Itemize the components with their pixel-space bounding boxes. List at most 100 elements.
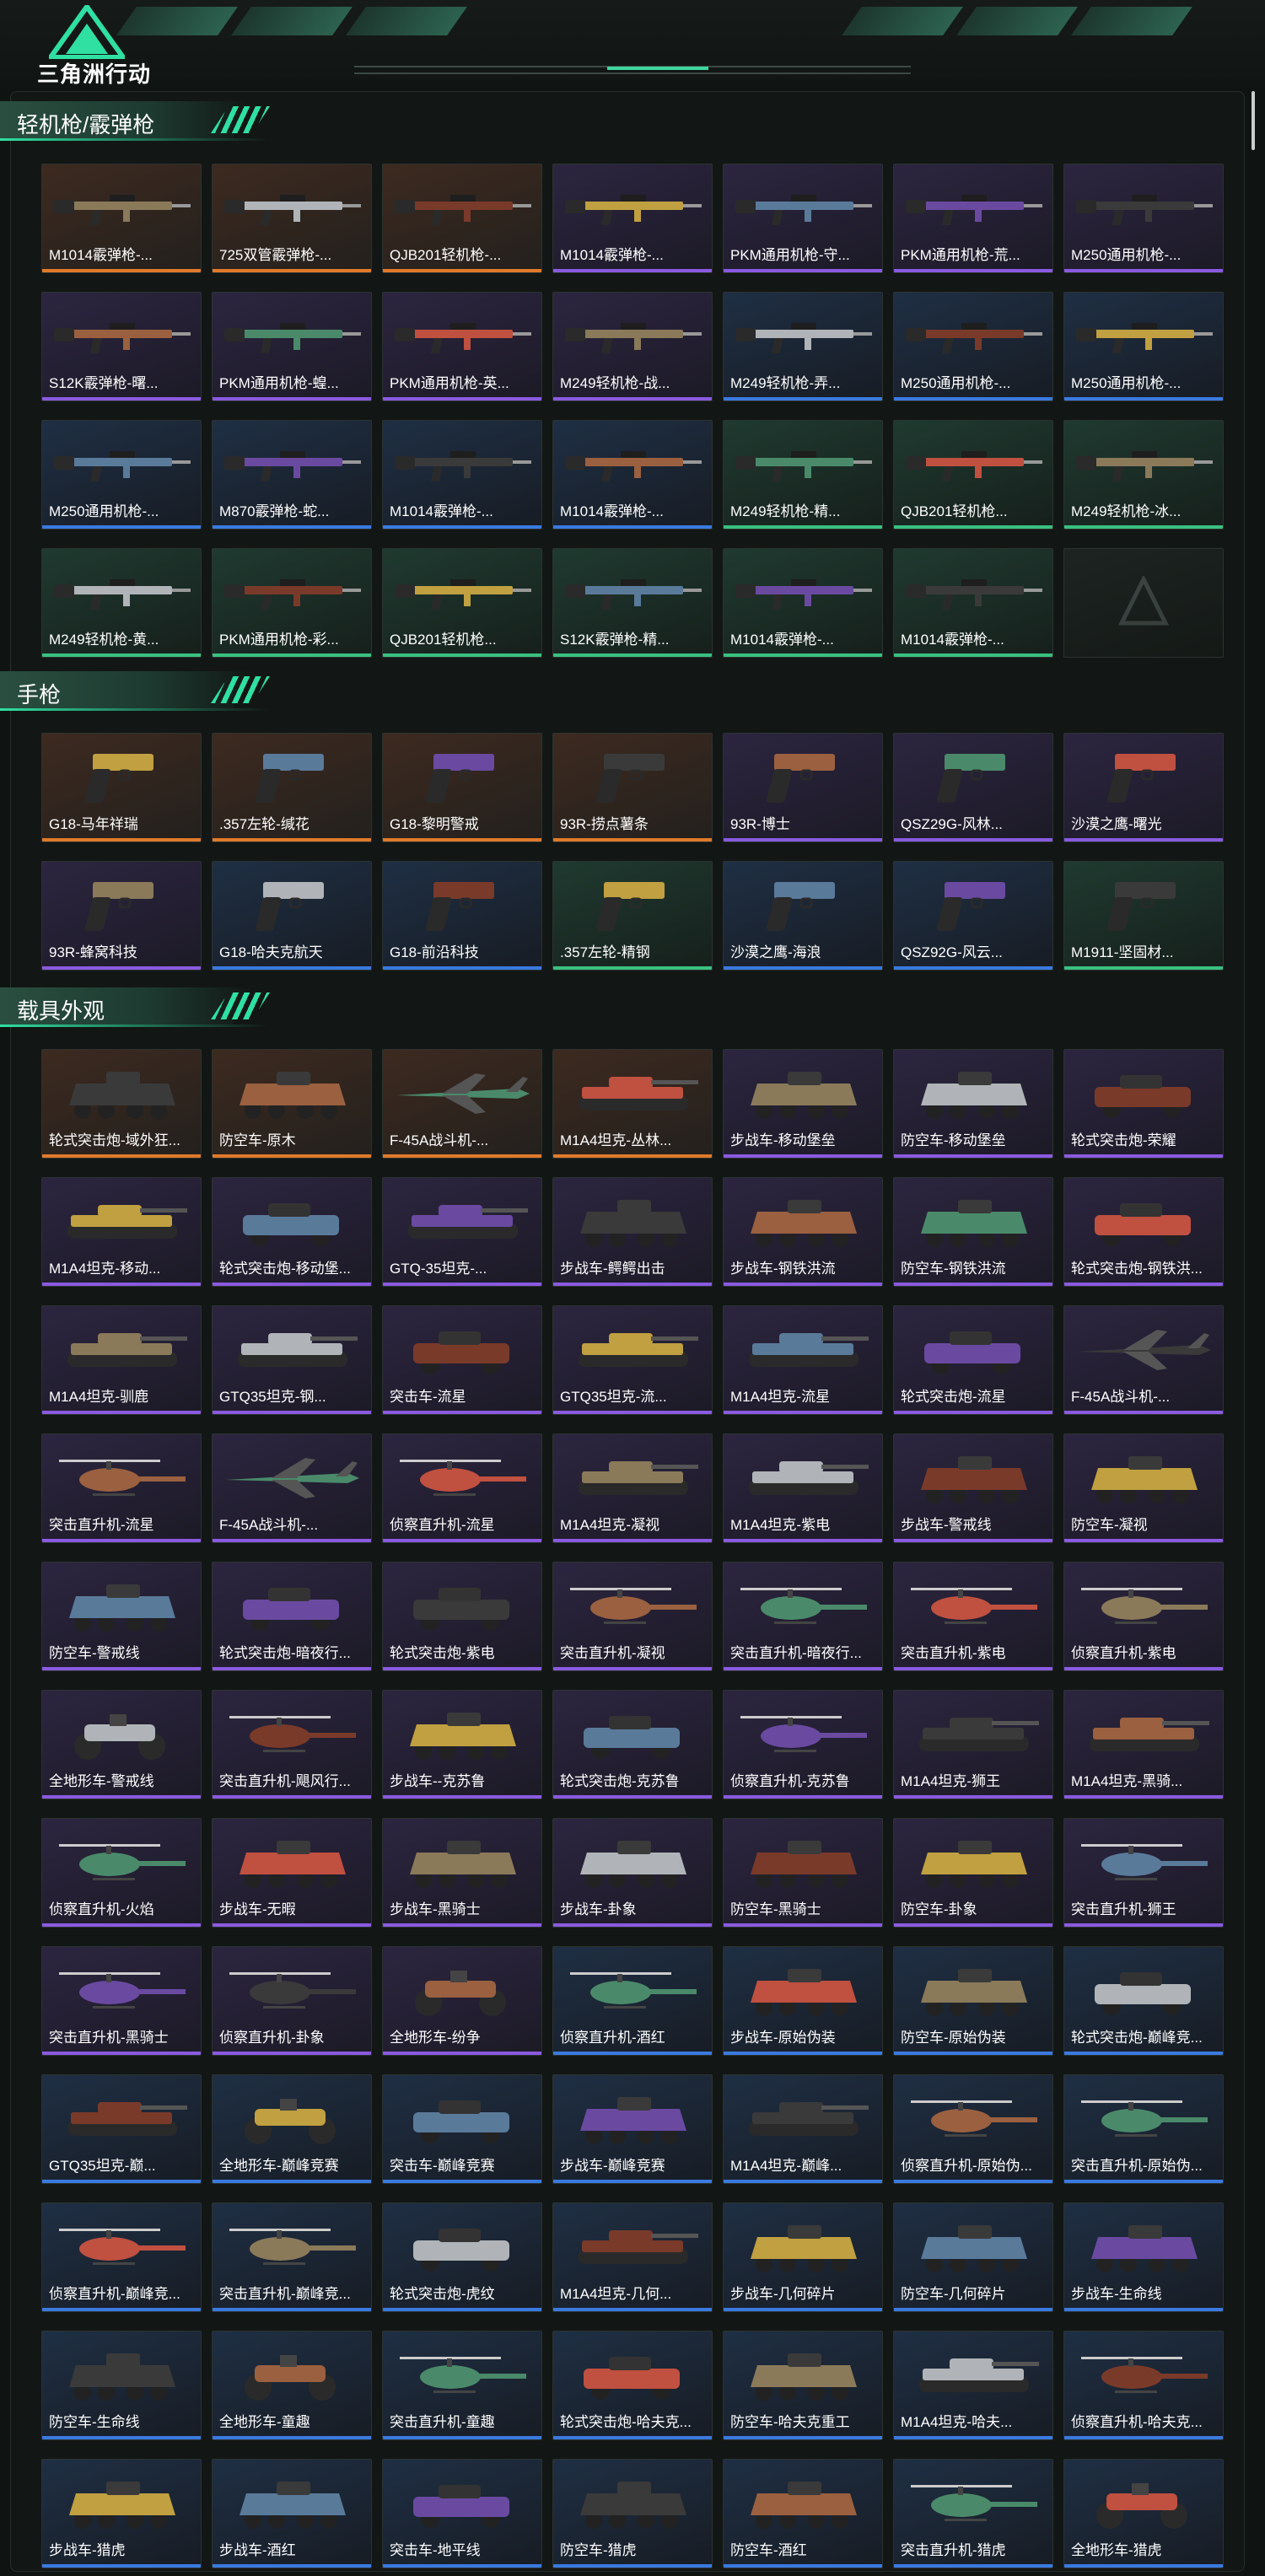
skin-card[interactable]: 轮式突击炮-域外狂... (41, 1049, 202, 1159)
skin-card[interactable]: 侦察直升机-火焰 (41, 1818, 202, 1928)
skin-card[interactable]: GTQ35坦克-流... (552, 1305, 713, 1415)
skin-card[interactable]: .357左轮-缄花 (212, 733, 372, 842)
skin-card[interactable]: F-45A战斗机-... (1063, 1305, 1224, 1415)
skin-card[interactable]: 突击车-流星 (382, 1305, 542, 1415)
skin-card[interactable]: M249轻机枪-黄... (41, 548, 202, 658)
skin-card[interactable]: 防空车-警戒线 (41, 1562, 202, 1671)
skin-card[interactable]: M1A4坦克-移动... (41, 1177, 202, 1287)
skin-card[interactable]: M1014霰弹枪-... (382, 420, 542, 530)
skin-card[interactable]: F-45A战斗机-... (382, 1049, 542, 1159)
skin-card[interactable]: QSZ92G-风云... (893, 861, 1053, 971)
skin-card[interactable]: 步战车-移动堡垒 (723, 1049, 883, 1159)
skin-card[interactable]: 防空车-原始伪装 (893, 1946, 1053, 2056)
skin-card[interactable]: M1911-坚固材... (1063, 861, 1224, 971)
skin-card[interactable]: GTQ35坦克-钢... (212, 1305, 372, 1415)
skin-card[interactable]: PKM通用机枪-守... (723, 164, 883, 273)
skin-card[interactable]: 93R-捞点薯条 (552, 733, 713, 842)
skin-card[interactable]: M1A4坦克-凝视 (552, 1433, 713, 1543)
skin-card[interactable]: M249轻机枪-战... (552, 292, 713, 401)
skin-card[interactable]: 轮式突击炮-钢铁洪... (1063, 1177, 1224, 1287)
skin-card[interactable]: M1014霰弹枪-... (552, 164, 713, 273)
skin-card[interactable]: 轮式突击炮-荣耀 (1063, 1049, 1224, 1159)
skin-card[interactable]: 轮式突击炮-移动堡... (212, 1177, 372, 1287)
scrollbar[interactable] (1250, 91, 1257, 2570)
skin-card[interactable]: M250通用机枪-... (893, 292, 1053, 401)
skin-card[interactable]: M1014霰弹枪-... (723, 548, 883, 658)
skin-card[interactable]: M1A4坦克-狮王 (893, 1690, 1053, 1799)
skin-card[interactable]: 防空车-钢铁洪流 (893, 1177, 1053, 1287)
skin-card[interactable]: 93R-博士 (723, 733, 883, 842)
skin-card[interactable]: 突击直升机-凝视 (552, 1562, 713, 1671)
skin-card[interactable]: 轮式突击炮-虎纹 (382, 2202, 542, 2312)
skin-card[interactable]: 防空车-猎虎 (552, 2459, 713, 2568)
skin-card[interactable]: 侦察直升机-哈夫克... (1063, 2331, 1224, 2440)
skin-card[interactable]: 防空车-几何碎片 (893, 2202, 1053, 2312)
skin-card[interactable]: M1A4坦克-流星 (723, 1305, 883, 1415)
skin-card[interactable]: M1A4坦克-丛林... (552, 1049, 713, 1159)
skin-card[interactable]: M249轻机枪-精... (723, 420, 883, 530)
skin-card[interactable]: 侦察直升机-紫电 (1063, 1562, 1224, 1671)
skin-card[interactable]: 轮式突击炮-紫电 (382, 1562, 542, 1671)
skin-card[interactable]: 步战车-酒红 (212, 2459, 372, 2568)
skin-card[interactable]: 侦察直升机-巅峰竞... (41, 2202, 202, 2312)
skin-card[interactable]: 步战车-卦象 (552, 1818, 713, 1928)
skin-card[interactable]: 步战车-几何碎片 (723, 2202, 883, 2312)
skin-card[interactable]: 防空车-黑骑士 (723, 1818, 883, 1928)
skin-card[interactable]: 步战车-生命线 (1063, 2202, 1224, 2312)
skin-card[interactable]: QJB201轻机枪... (382, 548, 542, 658)
skin-card[interactable]: 侦察直升机-克苏鲁 (723, 1690, 883, 1799)
skin-card[interactable]: M870霰弹枪-蛇... (212, 420, 372, 530)
skin-card[interactable]: PKM通用机枪-荒... (893, 164, 1053, 273)
skin-card[interactable]: 全地形车-童趣 (212, 2331, 372, 2440)
skin-card[interactable]: 沙漠之鹰-曙光 (1063, 733, 1224, 842)
skin-card[interactable]: 步战车-警戒线 (893, 1433, 1053, 1543)
skin-card[interactable]: G18-哈夫克航天 (212, 861, 372, 971)
skin-card[interactable]: 突击直升机-狮王 (1063, 1818, 1224, 1928)
skin-card[interactable]: QSZ29G-风林... (893, 733, 1053, 842)
skin-card[interactable]: 步战车-黑骑士 (382, 1818, 542, 1928)
skin-card[interactable]: 突击直升机-暗夜行... (723, 1562, 883, 1671)
skin-card[interactable]: .357左轮-精钢 (552, 861, 713, 971)
skin-card[interactable]: M1A4坦克-几何... (552, 2202, 713, 2312)
skin-card[interactable]: 步战车-猎虎 (41, 2459, 202, 2568)
skin-card[interactable]: 防空车-移动堡垒 (893, 1049, 1053, 1159)
skin-card[interactable]: M1A4坦克-巅峰... (723, 2074, 883, 2184)
skin-card[interactable]: 防空车-凝视 (1063, 1433, 1224, 1543)
skin-card[interactable]: M1014霰弹枪-... (552, 420, 713, 530)
skin-card[interactable]: 轮式突击炮-暗夜行... (212, 1562, 372, 1671)
skin-card[interactable]: 突击直升机-黑骑士 (41, 1946, 202, 2056)
skin-card[interactable]: PKM通用机枪-彩... (212, 548, 372, 658)
skin-card[interactable]: 轮式突击炮-巅峰竞... (1063, 1946, 1224, 2056)
skin-card[interactable]: M1A4坦克-哈夫... (893, 2331, 1053, 2440)
skin-card[interactable]: 轮式突击炮-流星 (893, 1305, 1053, 1415)
skin-card[interactable]: 全地形车-警戒线 (41, 1690, 202, 1799)
skin-card[interactable]: G18-黎明警戒 (382, 733, 542, 842)
skin-card[interactable]: 93R-蜂窝科技 (41, 861, 202, 971)
skin-card[interactable]: M250通用机枪-... (1063, 292, 1224, 401)
skin-card[interactable]: 防空车-酒红 (723, 2459, 883, 2568)
skin-card[interactable]: 突击直升机-原始伪... (1063, 2074, 1224, 2184)
skin-card[interactable]: 防空车-哈夫克重工 (723, 2331, 883, 2440)
skin-card[interactable]: 突击直升机-猎虎 (893, 2459, 1053, 2568)
skin-card[interactable]: 步战车-钢铁洪流 (723, 1177, 883, 1287)
skin-card[interactable]: 侦察直升机-原始伪... (893, 2074, 1053, 2184)
skin-card[interactable]: M1014霰弹枪-... (893, 548, 1053, 658)
skin-card[interactable]: 突击直升机-流星 (41, 1433, 202, 1543)
skin-card[interactable]: 轮式突击炮-克苏鲁 (552, 1690, 713, 1799)
skin-card[interactable]: F-45A战斗机-... (212, 1433, 372, 1543)
skin-card[interactable]: M1A4坦克-紫电 (723, 1433, 883, 1543)
skin-card[interactable]: 防空车-生命线 (41, 2331, 202, 2440)
skin-card[interactable]: 突击直升机-巅峰竞... (212, 2202, 372, 2312)
skin-card[interactable]: 轮式突击炮-哈夫克... (552, 2331, 713, 2440)
skin-card[interactable]: 步战车-鳄鳄出击 (552, 1177, 713, 1287)
scrollbar-thumb[interactable] (1252, 91, 1255, 150)
skin-card[interactable]: 侦察直升机-卦象 (212, 1946, 372, 2056)
skin-card[interactable]: 步战车-无暇 (212, 1818, 372, 1928)
skin-card[interactable]: 全地形车-巅峰竞赛 (212, 2074, 372, 2184)
skin-card[interactable]: 全地形车-猎虎 (1063, 2459, 1224, 2568)
skin-card[interactable]: S12K霰弹枪-精... (552, 548, 713, 658)
skin-card[interactable]: QJB201轻机枪... (893, 420, 1053, 530)
skin-card[interactable]: 沙漠之鹰-海浪 (723, 861, 883, 971)
skin-card[interactable]: 步战车--克苏鲁 (382, 1690, 542, 1799)
skin-card[interactable]: PKM通用机枪-蝗... (212, 292, 372, 401)
